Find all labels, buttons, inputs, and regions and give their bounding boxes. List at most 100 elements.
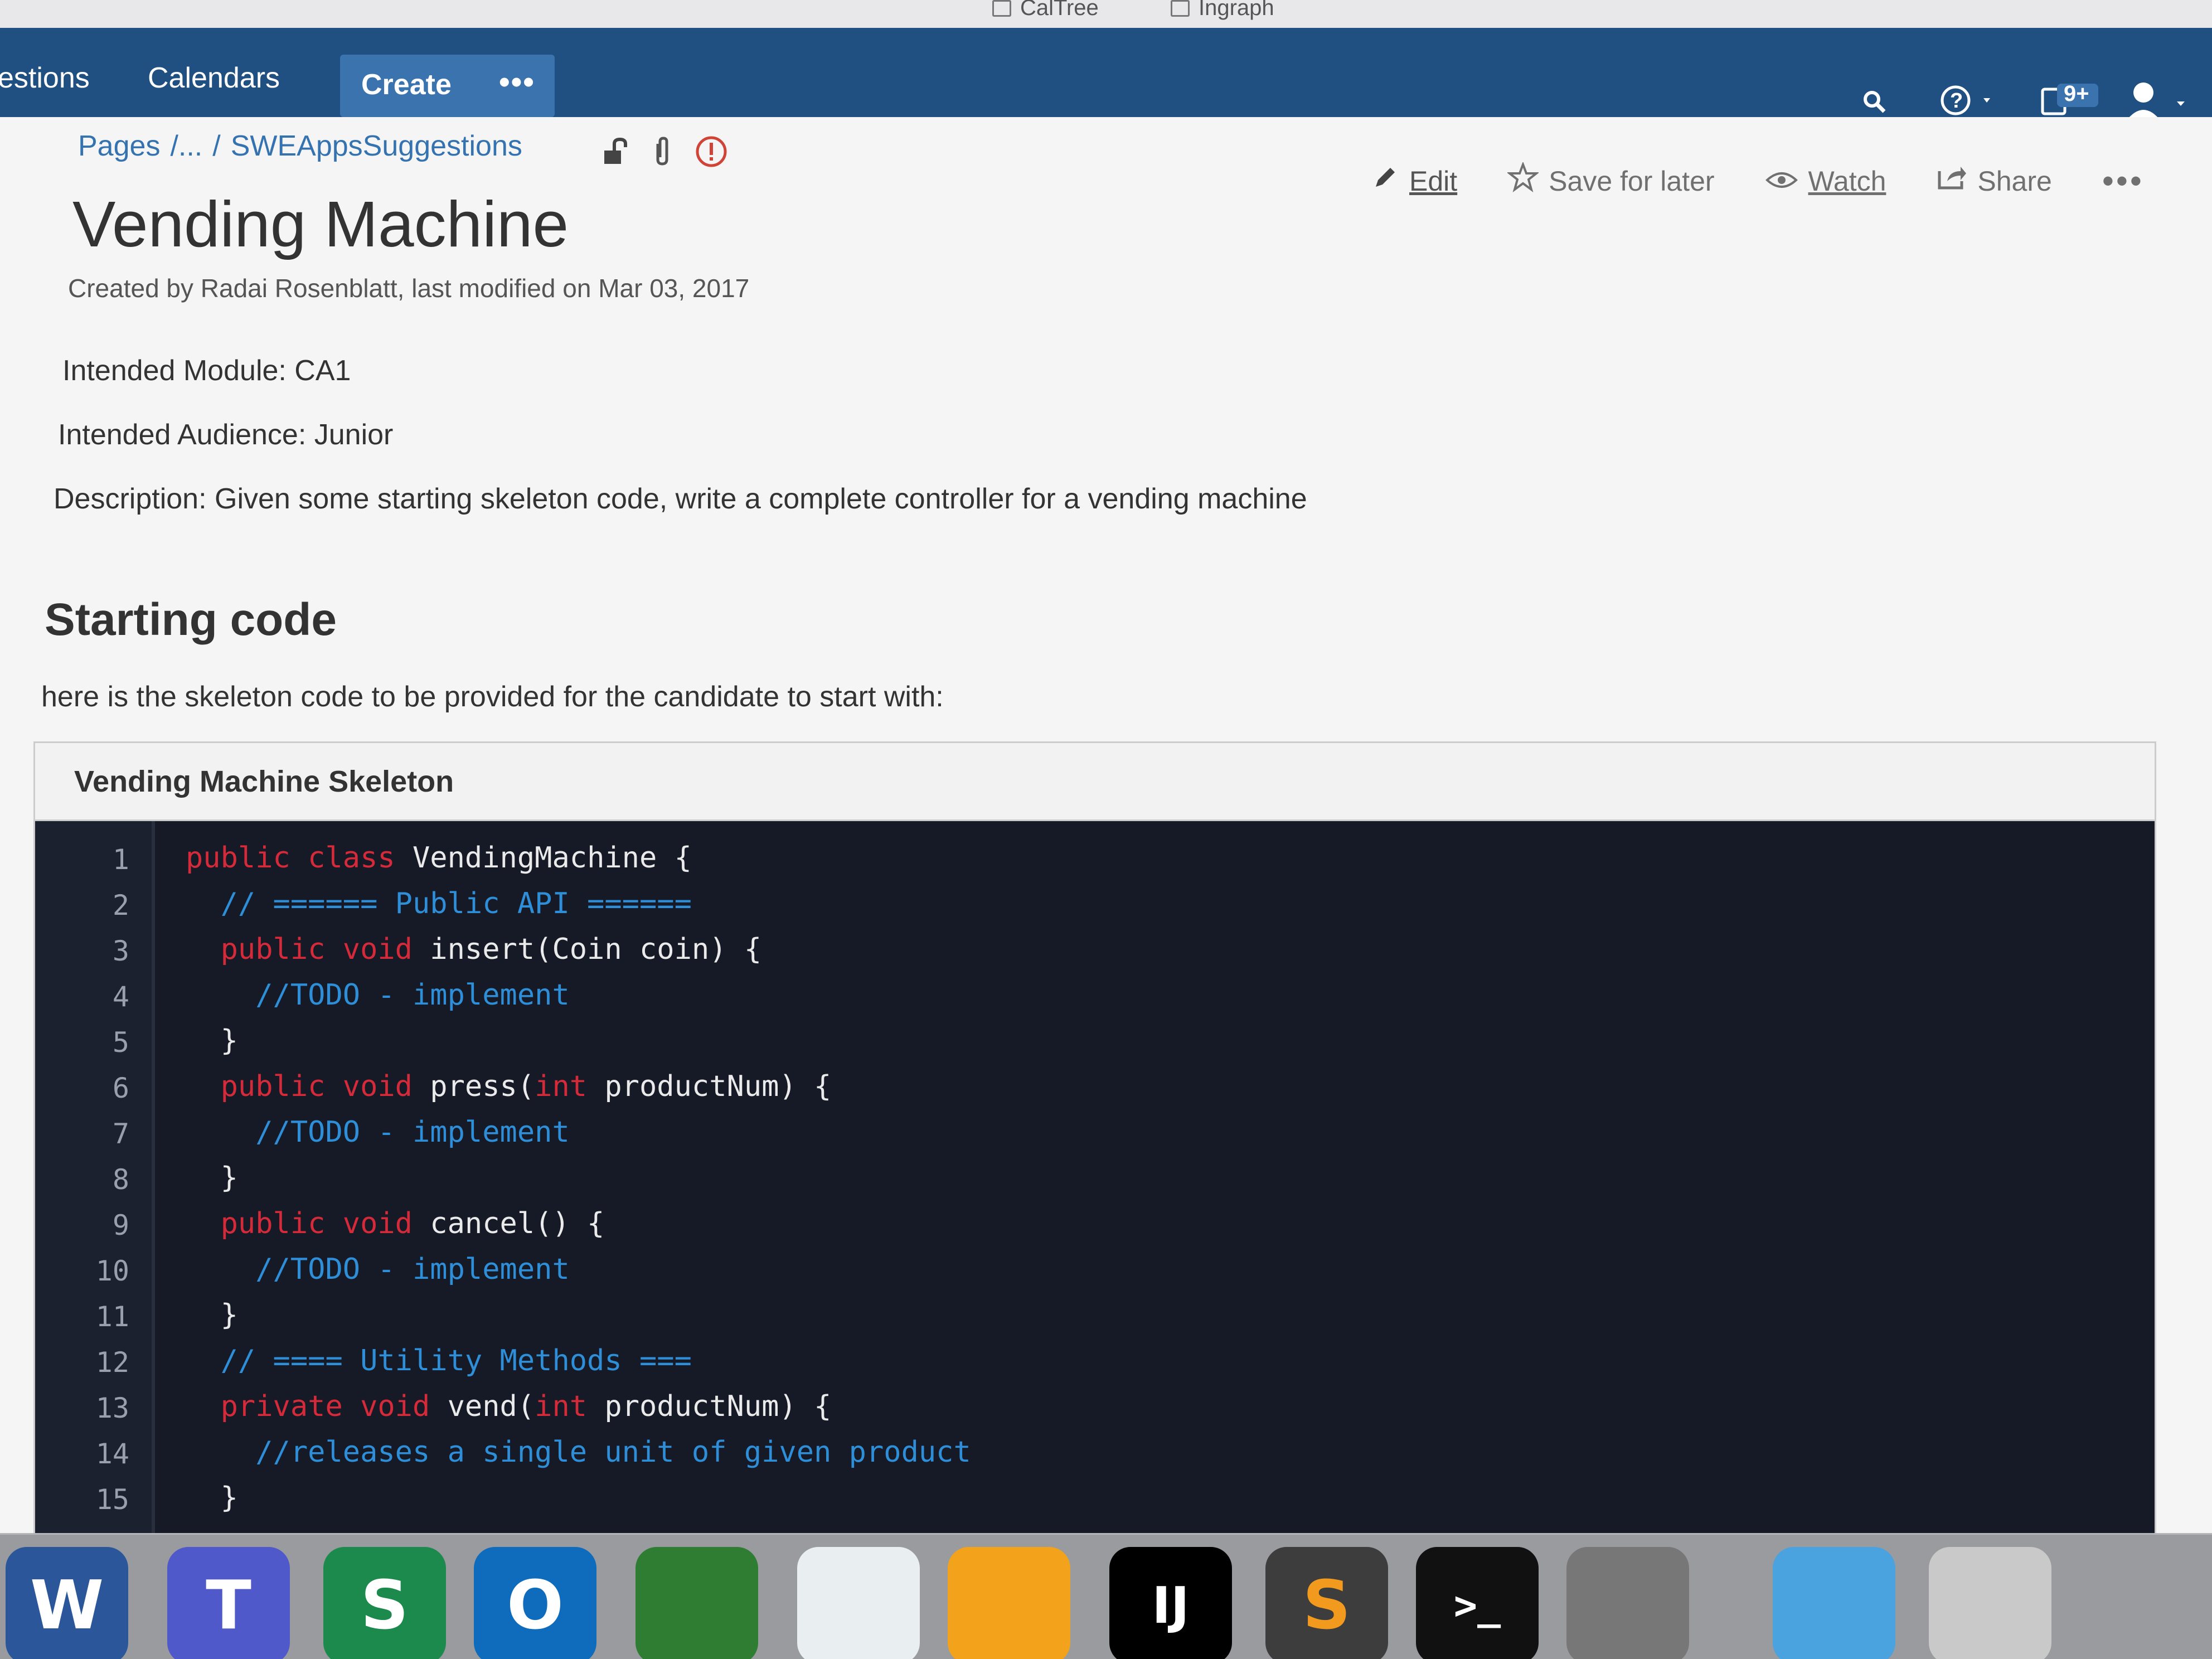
unlock-icon[interactable]	[602, 137, 630, 173]
code-line: private void vend(int productNum) {	[186, 1390, 832, 1423]
bookmark-ingraph[interactable]: Ingraph	[1171, 0, 1274, 21]
line-number: 5	[112, 1026, 129, 1059]
line-number: 4	[112, 981, 129, 1013]
more-actions-button[interactable]: •••	[2102, 162, 2144, 200]
alert-icon[interactable]	[695, 135, 728, 176]
vpn-icon[interactable]	[636, 1547, 758, 1659]
create-more-button[interactable]: •••	[499, 64, 535, 100]
search-icon[interactable]	[1862, 89, 1886, 117]
downloads-folder-icon[interactable]	[1773, 1547, 1895, 1659]
bookmark-caltree[interactable]: CalTree	[992, 0, 1099, 21]
section-intro-text: here is the skeleton code to be provided…	[41, 681, 944, 713]
code-token: //releases a single unit of given produc…	[186, 1435, 971, 1469]
help-icon[interactable]: ?	[1940, 84, 2001, 120]
code-line: }	[186, 1298, 238, 1332]
dock-app-glyph: W	[30, 1566, 104, 1645]
code-token: // ====== Public API ======	[186, 887, 692, 920]
section-heading: Starting code	[45, 594, 337, 645]
code-line: }	[186, 1161, 238, 1195]
dock-app-glyph: S	[360, 1566, 409, 1645]
share-button[interactable]: Share	[1936, 163, 2052, 198]
code-token: public class	[186, 841, 413, 875]
nav-link-calendars[interactable]: Calendars	[148, 61, 280, 95]
line-number: 14	[95, 1438, 129, 1470]
page-byline: Created by Radai Rosenblatt, last modifi…	[68, 274, 750, 303]
code-token: productNum) {	[604, 1390, 832, 1423]
breadcrumb-ellipsis[interactable]: /...	[170, 129, 202, 163]
bookmark-folder-icon	[992, 0, 1011, 17]
share-label: Share	[1977, 165, 2052, 197]
line-number: 3	[112, 935, 129, 967]
breadcrumb-current-link[interactable]: SWEAppsSuggestions	[231, 129, 522, 163]
browser-bookmarks-bar: CalTree Ingraph	[0, 0, 2212, 28]
dock-app-glyph: T	[206, 1566, 251, 1645]
code-line: //TODO - implement	[186, 1115, 570, 1149]
code-token: }	[186, 1024, 238, 1058]
code-token: // ==== Utility Methods ===	[186, 1344, 692, 1377]
trash-icon[interactable]	[1929, 1547, 2051, 1659]
line-number: 11	[95, 1301, 129, 1333]
dock-app-glyph: O	[506, 1566, 564, 1645]
self-service-icon[interactable]	[948, 1547, 1070, 1659]
code-token: //TODO - implement	[186, 978, 570, 1012]
edit-button[interactable]: Edit	[1371, 163, 1457, 198]
code-token: insert(Coin coin) {	[430, 933, 762, 966]
pencil-icon	[1371, 163, 1399, 198]
breadcrumb-pages-link[interactable]: Pages	[78, 129, 160, 163]
code-line: //releases a single unit of given produc…	[186, 1435, 971, 1469]
sublime-text-icon[interactable]: S	[1265, 1547, 1388, 1659]
bookmark-label: Ingraph	[1199, 0, 1274, 20]
code-token: vend(	[447, 1390, 535, 1423]
code-token: public void	[186, 1207, 430, 1240]
outlook-icon[interactable]: O	[474, 1547, 596, 1659]
page-title: Vending Machine	[72, 188, 569, 260]
code-line: // ==== Utility Methods ===	[186, 1344, 692, 1377]
description-text: Description: Given some starting skeleto…	[54, 483, 1307, 515]
attachment-icon[interactable]	[652, 136, 672, 174]
code-token: }	[186, 1161, 238, 1195]
code-token: cancel() {	[430, 1207, 605, 1240]
code-token: int	[535, 1390, 605, 1423]
word-icon[interactable]: W	[6, 1547, 128, 1659]
intellij-icon[interactable]: IJ	[1109, 1547, 1232, 1659]
line-number: 15	[95, 1483, 129, 1516]
code-line: }	[186, 1024, 238, 1058]
save-for-later-button[interactable]: Save for later	[1506, 161, 1715, 200]
star-icon	[1506, 161, 1540, 200]
notification-count-badge: 9+	[2064, 81, 2089, 106]
breadcrumb: Pages /... / SWEAppsSuggestions	[78, 129, 522, 163]
line-number: 2	[112, 889, 129, 921]
top-navigation-bar: estions Calendars Create ••• ? 9+	[0, 28, 2212, 122]
system-preferences-icon[interactable]	[1566, 1547, 1689, 1659]
terminal-icon[interactable]: >_	[1416, 1547, 1539, 1659]
code-line: public void insert(Coin coin) {	[186, 933, 762, 966]
code-token: }	[186, 1481, 238, 1515]
intended-module-text: Intended Module: CA1	[62, 355, 351, 387]
code-line: // ====== Public API ======	[186, 887, 692, 920]
eye-icon	[1765, 164, 1798, 198]
code-line: //TODO - implement	[186, 978, 570, 1012]
intended-audience-text: Intended Audience: Junior	[58, 419, 394, 451]
nav-link-questions[interactable]: estions	[0, 61, 90, 95]
line-number: 1	[112, 843, 129, 876]
watch-button[interactable]: Watch	[1765, 164, 1886, 198]
edit-label: Edit	[1409, 165, 1458, 197]
svg-text:?: ?	[1950, 89, 1963, 113]
create-button[interactable]: Create •••	[340, 55, 555, 117]
code-block: Vending Machine Skeleton 1 2 3 4 5 6 7 8 9 10 11 12…	[33, 741, 2156, 1659]
code-token: private void	[186, 1390, 448, 1423]
wifi-app-icon[interactable]	[797, 1547, 920, 1659]
line-number: 9	[112, 1209, 129, 1241]
code-token: //TODO - implement	[186, 1115, 570, 1149]
dock-app-glyph: IJ	[1152, 1576, 1190, 1635]
breadcrumb-separator: /	[212, 130, 221, 162]
notifications-icon[interactable]: 9+	[2040, 81, 2102, 121]
code-token: productNum) {	[604, 1070, 832, 1103]
teams-icon[interactable]: T	[167, 1547, 290, 1659]
bookmark-folder-icon	[1171, 0, 1190, 17]
line-number: 10	[95, 1255, 129, 1287]
skype-business-icon[interactable]: S	[323, 1547, 446, 1659]
code-token: int	[535, 1070, 605, 1103]
create-button-label: Create	[361, 69, 452, 101]
watch-label: Watch	[1808, 165, 1886, 197]
